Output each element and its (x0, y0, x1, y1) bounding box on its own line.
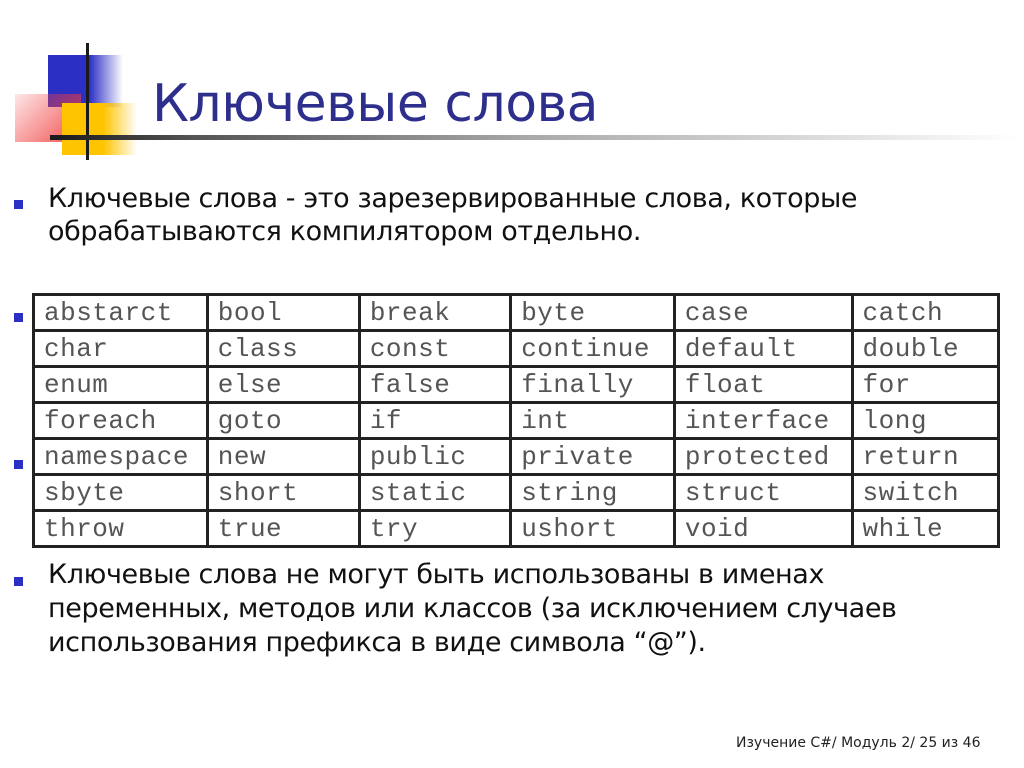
keyword-cell: static (357, 473, 513, 512)
keyword-cell: else (205, 365, 361, 404)
keyword-cell: float (672, 365, 854, 404)
keyword-cell: continue (509, 329, 676, 368)
keyword-cell: catch (850, 293, 1001, 332)
keyword-cell: try (357, 509, 513, 548)
keyword-cell: foreach (32, 401, 209, 440)
keyword-cell: long (850, 401, 1001, 440)
keyword-cell: double (850, 329, 1001, 368)
keyword-cell: short (205, 473, 361, 512)
keyword-cell: public (357, 437, 513, 476)
table-row: namespace new public private protected return (32, 437, 1001, 476)
keyword-cell: case (672, 293, 854, 332)
keyword-cell: while (850, 509, 1001, 548)
keyword-cell: sbyte (32, 473, 209, 512)
bullet-2-line-2: переменных, методов или классов (за искл… (48, 593, 897, 624)
keyword-cell: goto (205, 401, 361, 440)
bullet-2-line-3: использования префикса в виде символа “@… (48, 627, 706, 658)
keyword-cell: ushort (509, 509, 676, 548)
keyword-cell: true (205, 509, 361, 548)
keyword-cell: switch (850, 473, 1001, 512)
slide-logo-decoration (0, 0, 160, 170)
slide-footer: Изучение C#/ Модуль 2/ 25 из 46 (736, 735, 981, 751)
logo-yellow-square (62, 103, 137, 155)
keyword-cell: if (357, 401, 513, 440)
keywords-table: abstarct bool break byte case catch char class c… (32, 293, 1001, 548)
table-row: char class const continue default double (32, 329, 1001, 368)
slide-title: Ключевые слова (152, 74, 599, 134)
table-row: enum else false finally float for (32, 365, 1001, 404)
keyword-cell: class (205, 329, 361, 368)
keyword-cell: string (509, 473, 676, 512)
bullet-1-line-2: обрабатываются компилятором отдельно. (48, 216, 642, 247)
keyword-cell: throw (32, 509, 209, 548)
keyword-cell: finally (509, 365, 676, 404)
keyword-cell: protected (672, 437, 854, 476)
keyword-cell: byte (509, 293, 676, 332)
keyword-cell: break (357, 293, 513, 332)
keyword-cell: enum (32, 365, 209, 404)
bullet-square-icon (14, 577, 23, 586)
keyword-cell: const (357, 329, 513, 368)
bullet-1-line-1: Ключевые слова - это зарезервированные с… (48, 183, 858, 214)
table-row: throw true try ushort void while (32, 509, 1001, 548)
keyword-cell: char (32, 329, 209, 368)
bullet-square-icon (14, 313, 23, 322)
bullet-square-icon (14, 460, 23, 469)
bullet-2-line-1: Ключевые слова не могут быть использован… (48, 559, 825, 590)
table-row: foreach goto if int interface long (32, 401, 1001, 440)
keyword-cell: struct (672, 473, 854, 512)
keyword-cell: int (509, 401, 676, 440)
keyword-cell: abstarct (32, 293, 209, 332)
logo-vertical-line (86, 43, 89, 160)
keyword-cell: default (672, 329, 854, 368)
keyword-cell: namespace (32, 437, 209, 476)
keyword-cell: return (850, 437, 1001, 476)
keyword-cell: for (850, 365, 1001, 404)
keyword-cell: bool (205, 293, 361, 332)
keyword-cell: false (357, 365, 513, 404)
keyword-cell: new (205, 437, 361, 476)
bullet-square-icon (14, 200, 23, 209)
keyword-cell: private (509, 437, 676, 476)
table-row: sbyte short static string struct switch (32, 473, 1001, 512)
keyword-cell: void (672, 509, 854, 548)
table-row: abstarct bool break byte case catch (32, 293, 1001, 332)
keyword-cell: interface (672, 401, 854, 440)
